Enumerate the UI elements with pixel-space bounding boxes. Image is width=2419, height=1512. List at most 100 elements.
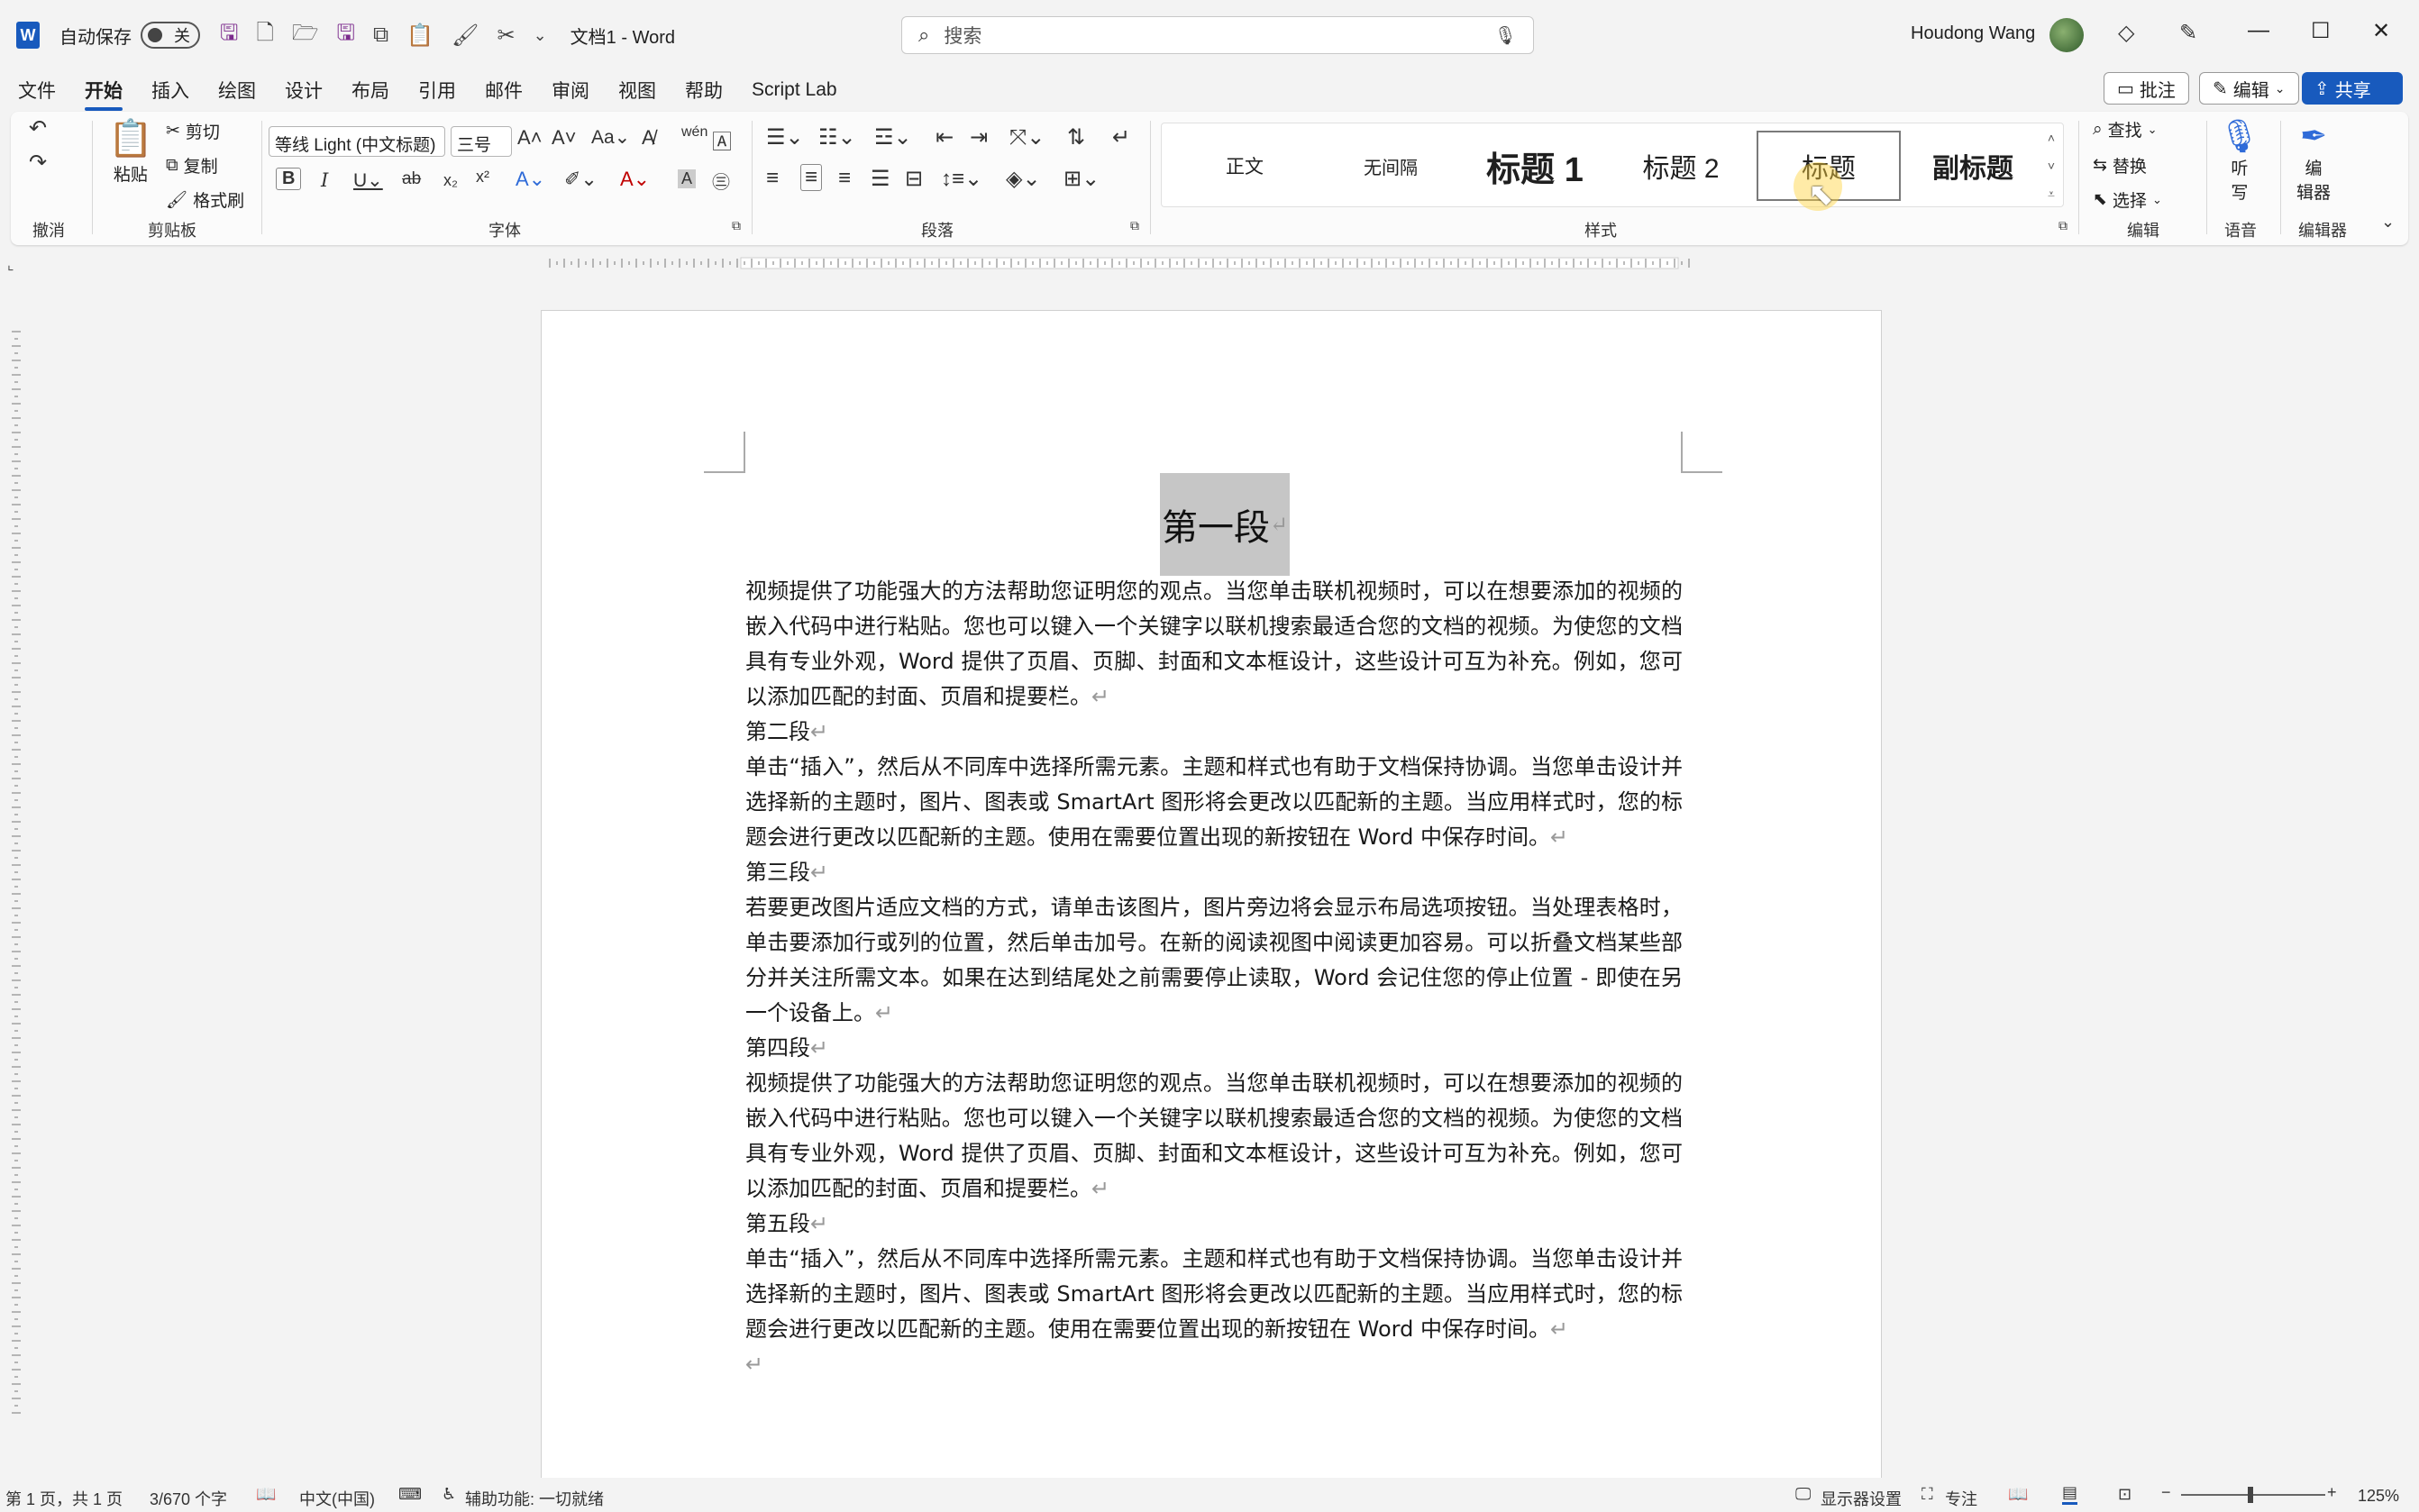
document-page[interactable]: 第一段 ↵ 视频提供了功能强大的方法帮助您证明您的观点。当您单击联机视频时，可以在… [541,310,1882,1512]
vertical-ruler[interactable] [7,324,25,1460]
language-status[interactable]: 中文(中国) [299,1487,375,1510]
web-layout-icon[interactable]: ⊡ [2118,1485,2131,1504]
paste-icon[interactable]: 📋 [406,23,434,49]
user-name[interactable]: Houdong Wang [1911,23,2035,44]
clear-formatting-icon[interactable]: A̸ [642,126,655,150]
paragraph-dialog-launcher-icon[interactable]: ⧉ [1130,218,1139,233]
font-dialog-launcher-icon[interactable]: ⧉ [732,218,741,233]
tab-review[interactable]: 审阅 [552,77,589,104]
character-shading-icon[interactable]: A [678,169,697,188]
word-count[interactable]: 3/670 个字 [150,1487,227,1510]
tab-script-lab[interactable]: Script Lab [752,79,837,101]
borders-icon[interactable]: ⊞⌄ [1063,166,1100,192]
numbering-icon[interactable]: ☷⌄ [818,124,856,150]
paragraph-label[interactable]: 第二段↵ [745,715,1683,750]
paste-button[interactable]: 📋 粘贴 [108,117,153,186]
maximize-icon[interactable]: ☐ [2311,18,2331,44]
styles-dialog-launcher-icon[interactable]: ⧉ [2058,218,2068,233]
share-button[interactable]: ⇪ 共享 [2302,72,2403,105]
subscript-icon[interactable]: x₂ [443,171,458,190]
tab-draw[interactable]: 绘图 [218,77,256,104]
tab-view[interactable]: 视图 [618,77,656,104]
diamond-icon[interactable]: ◇ [2118,20,2134,46]
horizontal-ruler[interactable] [541,254,1694,272]
pen-icon[interactable]: ✎ [2179,20,2197,46]
decrease-indent-icon[interactable]: ⇤ [936,124,954,150]
style-subtitle[interactable]: 副标题 [1901,131,2045,201]
cut-icon[interactable]: ✂ [497,23,515,49]
zoom-level[interactable]: 125% [2358,1487,2399,1506]
font-size-select[interactable]: 三号 [451,126,512,157]
paragraph-label[interactable]: 第四段↵ [745,1031,1683,1066]
align-center-icon[interactable]: ≡ [800,164,823,191]
text-effects-icon[interactable]: A⌄ [516,168,545,191]
proofing-icon[interactable]: 📖 [256,1485,276,1504]
highlight-icon[interactable]: ✐⌄ [564,168,598,191]
focus-icon[interactable]: ⛶ [1922,1485,1933,1504]
underline-icon[interactable]: U⌄ [353,169,383,192]
accessibility-icon[interactable]: ♿ [442,1485,456,1504]
tab-help[interactable]: 帮助 [685,77,723,104]
multilevel-list-icon[interactable]: ☲⌄ [874,124,912,150]
editing-mode-button[interactable]: ✎ 编辑 ⌄ [2199,72,2299,105]
align-right-icon[interactable]: ≡ [838,166,851,191]
phonetic-guide-icon[interactable]: wén [681,124,707,141]
undo-icon[interactable]: ↶ [29,115,47,141]
change-case-icon[interactable]: Aa⌄ [591,126,630,149]
grow-font-icon[interactable]: A˄ [517,126,543,150]
style-heading-1[interactable]: 标题 1 [1463,131,1607,201]
minimize-icon[interactable]: — [2248,18,2269,43]
paragraph-label[interactable]: 第五段↵ [745,1207,1683,1242]
page-count[interactable]: 第 1 页，共 1 页 [5,1487,123,1510]
new-document-icon[interactable]: 🗋 [256,17,273,54]
italic-icon[interactable]: I [321,169,328,191]
zoom-in-icon[interactable]: + [2327,1483,2337,1502]
print-layout-icon[interactable]: ▤ [2062,1483,2078,1505]
copy-button[interactable]: ⧉ 复制 [166,153,218,178]
cut-button[interactable]: ✂ 剪切 [166,119,220,143]
justify-icon[interactable]: ☰ [871,166,890,192]
find-button[interactable]: ⌕ 查找 ⌄ [2093,117,2158,141]
replace-button[interactable]: ⇆ 替换 [2093,153,2147,178]
tab-layout[interactable]: 布局 [351,77,389,104]
font-color-icon[interactable]: A⌄ [620,168,650,191]
paragraph-label[interactable]: 第三段↵ [745,855,1683,890]
paragraph[interactable]: 单击“插入”，然后从不同库中选择所需元素。主题和样式也有助于文档保持协调。当您单… [745,750,1683,855]
increase-indent-icon[interactable]: ⇥ [970,124,988,150]
line-spacing-icon[interactable]: ↕≡⌄ [941,166,982,192]
tab-selector-icon[interactable]: ⌞ [7,256,14,274]
document-body[interactable]: 视频提供了功能强大的方法帮助您证明您的观点。当您单击联机视频时，可以在想要添加的… [745,574,1683,1382]
shrink-font-icon[interactable]: A˅ [552,126,577,150]
avatar[interactable] [2049,18,2084,52]
character-border-icon[interactable]: 🄰 [712,126,732,155]
paragraph[interactable]: 视频提供了功能强大的方法帮助您证明您的观点。当您单击联机视频时，可以在想要添加的… [745,574,1683,715]
zoom-slider-thumb[interactable] [2248,1487,2253,1503]
tab-mailings[interactable]: 邮件 [485,77,523,104]
redo-icon[interactable]: ↷ [29,150,47,176]
copy-icon[interactable]: ⧉ [373,23,388,48]
read-mode-icon[interactable]: 📖 [2008,1485,2028,1504]
microphone-icon[interactable]: 🎙 [1494,24,1517,47]
enclose-characters-icon[interactable]: ㊂ [712,168,730,194]
save-icon[interactable]: 🖫 [220,17,238,54]
chevron-down-icon[interactable]: ˅ [2048,159,2055,173]
close-icon[interactable]: ✕ [2372,18,2390,44]
paragraph[interactable]: 单击“插入”，然后从不同库中选择所需元素。主题和样式也有助于文档保持协调。当您单… [745,1242,1683,1347]
focus-mode[interactable]: 专注 [1945,1487,1977,1510]
collapse-ribbon-icon[interactable]: ⌄ [2381,213,2395,232]
open-folder-icon[interactable]: 🗁 [292,17,319,54]
save-as-icon[interactable]: 🖫 [337,17,355,54]
dictate-button[interactable]: 🎙 听 写 [2219,117,2260,204]
align-left-icon[interactable]: ≡ [766,166,779,191]
paragraph[interactable]: 若要更改图片适应文档的方式，请单击该图片，图片旁边将会显示布局选项按钮。当处理表… [745,890,1683,1031]
expand-gallery-icon[interactable]: ⩡ [2048,187,2055,202]
select-button[interactable]: ⬉ 选择 ⌄ [2093,187,2162,212]
tab-file[interactable]: 文件 [18,77,56,104]
font-name-select[interactable]: 等线 Light (中文标题) [269,126,445,157]
tab-insert[interactable]: 插入 [151,77,189,104]
display-settings[interactable]: 显示器设置 [1821,1487,1902,1510]
zoom-out-icon[interactable]: − [2161,1483,2171,1502]
distributed-icon[interactable]: ⊟ [905,166,923,192]
chevron-up-icon[interactable]: ˄ [2048,131,2055,145]
autosave-toggle[interactable]: 关 [141,22,200,49]
